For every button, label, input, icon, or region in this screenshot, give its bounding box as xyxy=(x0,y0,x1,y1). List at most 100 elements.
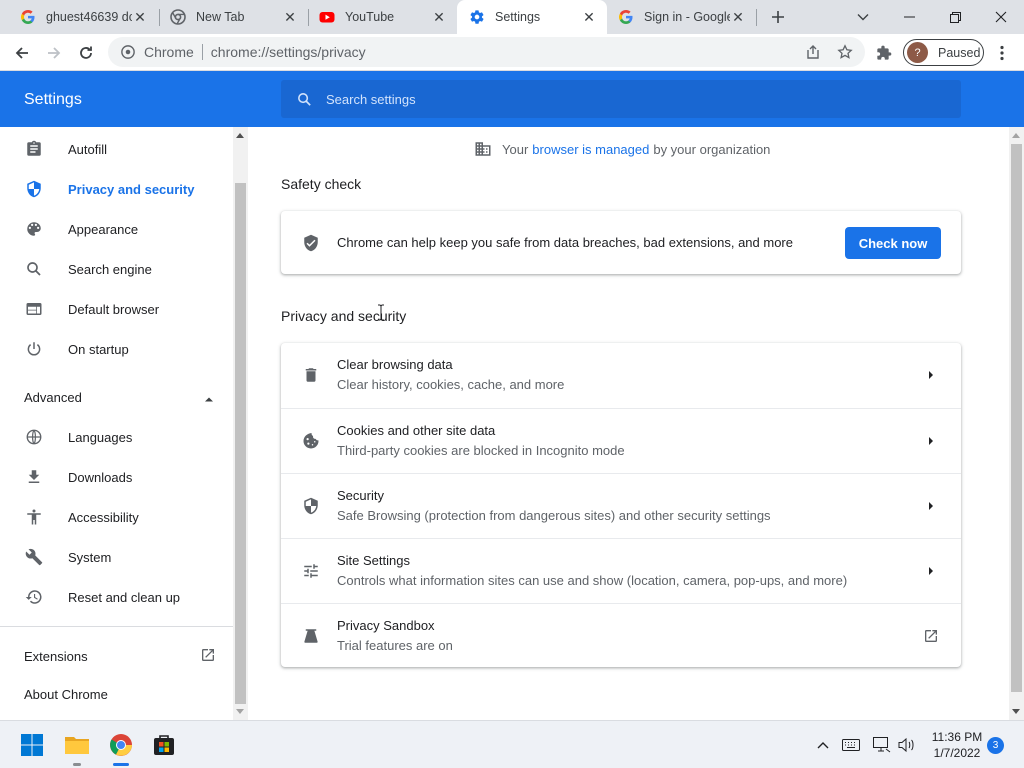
profile-status: Paused xyxy=(938,45,981,60)
tab-new-tab[interactable]: New Tab ✕ xyxy=(158,0,308,34)
settings-gear-icon xyxy=(469,9,485,25)
sidebar-item-appearance[interactable]: Appearance xyxy=(0,209,233,249)
search-icon xyxy=(294,89,314,109)
restore-button[interactable] xyxy=(932,0,978,34)
sidebar-item-accessibility[interactable]: Accessibility xyxy=(0,497,233,537)
main-scrollbar[interactable] xyxy=(1009,127,1024,720)
sidebar-item-on-startup[interactable]: On startup xyxy=(0,329,233,369)
advanced-toggle[interactable]: Advanced xyxy=(24,387,214,407)
chevron-right-icon xyxy=(921,365,941,385)
tab-ghuest[interactable]: ghuest46639 dc ✕ xyxy=(8,0,158,34)
search-box[interactable] xyxy=(281,80,961,118)
safety-check-card: Chrome can help keep you safe from data … xyxy=(281,211,961,274)
close-icon[interactable]: ✕ xyxy=(581,9,597,25)
close-icon[interactable]: ✕ xyxy=(132,9,148,25)
tab-youtube[interactable]: YouTube ✕ xyxy=(307,0,457,34)
row-title: Privacy Sandbox xyxy=(337,618,435,633)
sidebar-item-label: Downloads xyxy=(68,469,133,485)
safety-check-text: Chrome can help keep you safe from data … xyxy=(337,235,793,250)
scroll-down-arrow[interactable] xyxy=(236,709,244,714)
open-in-new-icon xyxy=(921,626,941,646)
managed-link[interactable]: browser is managed xyxy=(532,142,649,157)
row-title: Clear browsing data xyxy=(337,357,453,372)
url-text[interactable]: chrome://settings/privacy xyxy=(211,44,366,60)
tab-sign-in[interactable]: Sign in - Google ✕ xyxy=(606,0,756,34)
privacy-card: Clear browsing data Clear history, cooki… xyxy=(281,343,961,667)
share-icon[interactable] xyxy=(804,43,822,61)
sidebar-item-label: Search engine xyxy=(68,261,152,277)
scroll-up-arrow[interactable] xyxy=(236,133,244,138)
sidebar-item-extensions[interactable]: Extensions xyxy=(24,647,216,666)
row-cookies[interactable]: Cookies and other site data Third-party … xyxy=(281,408,961,473)
sidebar-item-privacy[interactable]: Privacy and security xyxy=(0,169,233,209)
row-clear-browsing-data[interactable]: Clear browsing data Clear history, cooki… xyxy=(281,343,961,408)
row-title: Site Settings xyxy=(337,553,410,568)
store-icon[interactable] xyxy=(148,729,180,761)
sidebar-item-system[interactable]: System xyxy=(0,537,233,577)
minimize-button[interactable] xyxy=(886,0,932,34)
menu-dots-icon[interactable] xyxy=(988,39,1016,67)
scroll-down-arrow[interactable] xyxy=(1012,709,1020,714)
sidebar-item-default-browser[interactable]: Default browser xyxy=(0,289,233,329)
accessibility-icon xyxy=(24,507,44,527)
cookie-icon xyxy=(301,431,321,451)
history-icon xyxy=(24,587,44,607)
row-site-settings[interactable]: Site Settings Controls what information … xyxy=(281,538,961,603)
close-icon[interactable]: ✕ xyxy=(730,9,746,25)
app-indicator xyxy=(113,763,129,766)
sidebar-item-autofill[interactable]: Autofill xyxy=(0,129,233,169)
chevron-up-icon[interactable] xyxy=(813,735,833,755)
close-icon[interactable]: ✕ xyxy=(431,9,447,25)
scroll-up-arrow[interactable] xyxy=(1012,133,1020,138)
scrollbar-thumb[interactable] xyxy=(1011,144,1022,692)
sidebar-item-label: Default browser xyxy=(68,301,160,317)
sidebar-item-search-engine[interactable]: Search engine xyxy=(0,249,233,289)
check-now-button[interactable]: Check now xyxy=(845,227,941,259)
file-explorer-icon[interactable] xyxy=(61,729,93,761)
tab-search-button[interactable] xyxy=(840,0,886,34)
notification-badge[interactable]: 3 xyxy=(987,737,1004,754)
new-tab-button[interactable] xyxy=(766,5,790,29)
chevron-right-icon xyxy=(921,561,941,581)
sidebar-scrollbar[interactable] xyxy=(233,127,248,720)
sidebar-divider xyxy=(0,626,233,627)
keyboard-icon[interactable] xyxy=(841,735,861,755)
row-title: Security xyxy=(337,488,384,503)
sidebar-item-downloads[interactable]: Downloads xyxy=(0,457,233,497)
sliders-icon xyxy=(301,561,321,581)
back-button[interactable] xyxy=(8,39,36,67)
extensions-puzzle-icon[interactable] xyxy=(870,39,898,67)
tab-settings[interactable]: Settings ✕ xyxy=(457,0,607,34)
sidebar-item-label: Appearance xyxy=(68,221,139,237)
system-clock[interactable]: 11:36 PM 1/7/2022 xyxy=(926,729,988,761)
shield-icon xyxy=(24,179,44,199)
origin-label: Chrome xyxy=(144,44,194,60)
forward-button[interactable] xyxy=(40,39,68,67)
row-security[interactable]: Security Safe Browsing (protection from … xyxy=(281,473,961,538)
volume-icon[interactable] xyxy=(897,735,917,755)
reload-button[interactable] xyxy=(72,39,100,67)
close-icon[interactable]: ✕ xyxy=(282,9,298,25)
row-privacy-sandbox[interactable]: Privacy Sandbox Trial features are on xyxy=(281,603,961,668)
network-icon[interactable] xyxy=(872,735,892,755)
shield-check-icon xyxy=(301,233,321,253)
tab-title: Settings xyxy=(495,10,541,24)
trash-icon xyxy=(301,365,321,385)
close-window-button[interactable] xyxy=(978,0,1024,34)
download-icon xyxy=(24,467,44,487)
windows-start-icon[interactable] xyxy=(16,729,48,761)
address-bar[interactable]: Chrome chrome://settings/privacy xyxy=(108,37,865,67)
scrollbar-thumb[interactable] xyxy=(235,183,246,704)
sidebar-item-reset[interactable]: Reset and clean up xyxy=(0,577,233,617)
bookmark-star-icon[interactable] xyxy=(836,43,854,61)
row-title: Cookies and other site data xyxy=(337,423,496,438)
row-subtitle: Clear history, cookies, cache, and more xyxy=(337,377,565,392)
managed-suffix: by your organization xyxy=(653,141,771,157)
chrome-icon[interactable] xyxy=(105,729,137,761)
tab-strip: ghuest46639 dc ✕ New Tab ✕ YouTube ✕ Set… xyxy=(0,0,1024,34)
sidebar-item-languages[interactable]: Languages xyxy=(0,417,233,457)
search-input[interactable] xyxy=(326,91,926,107)
profile-button[interactable]: ? Paused xyxy=(903,39,984,66)
sidebar-item-label: Privacy and security xyxy=(68,181,195,197)
sidebar-item-about[interactable]: About Chrome xyxy=(24,687,108,702)
